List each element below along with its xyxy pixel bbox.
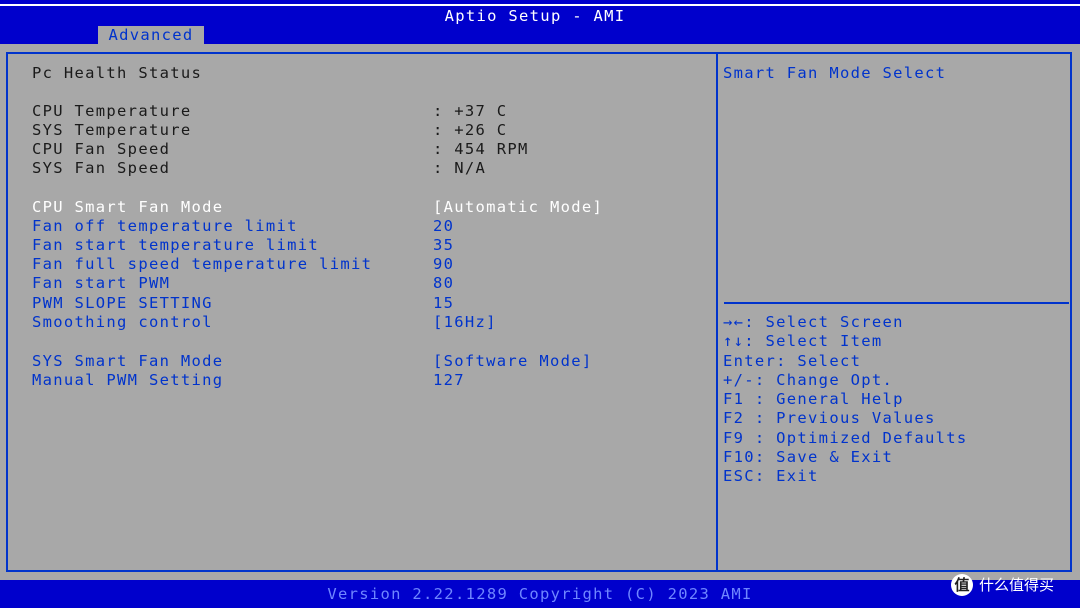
cpu-fan-speed-label: CPU Fan Speed <box>32 140 171 158</box>
fan-start-temp-label[interactable]: Fan start temperature limit <box>32 236 319 255</box>
fan-off-temp-label[interactable]: Fan off temperature limit <box>32 217 298 236</box>
key-help-f1: F1 : General Help <box>723 390 904 408</box>
footer-bar: Version 2.22.1289 Copyright (C) 2023 AMI <box>0 580 1080 608</box>
fan-start-pwm-value[interactable]: 80 <box>433 274 454 293</box>
main-area: Pc Health Status CPU Temperature : +37 C… <box>0 44 1080 580</box>
key-help-select-screen: →←: Select Screen <box>723 313 904 331</box>
cpu-temperature-value: : +37 C <box>433 102 508 120</box>
sys-temperature-value: : +26 C <box>433 121 508 139</box>
version-text: Version 2.22.1289 Copyright (C) 2023 AMI <box>327 585 753 603</box>
app-title: Aptio Setup - AMI <box>444 7 626 25</box>
fan-full-speed-temp-label[interactable]: Fan full speed temperature limit <box>32 255 372 274</box>
smoothing-control-value[interactable]: [16Hz] <box>433 313 497 332</box>
fan-off-temp-value[interactable]: 20 <box>433 217 454 236</box>
cpu-smart-fan-mode-value[interactable]: [Automatic Mode] <box>433 198 603 217</box>
fan-full-speed-temp-value[interactable]: 90 <box>433 255 454 274</box>
key-help-enter: Enter: Select <box>723 352 862 370</box>
smoothing-control-label[interactable]: Smoothing control <box>32 313 213 332</box>
pwm-slope-label[interactable]: PWM SLOPE SETTING <box>32 294 213 313</box>
section-title: Pc Health Status <box>32 64 203 82</box>
key-help-f2: F2 : Previous Values <box>723 409 936 427</box>
tab-advanced[interactable]: Advanced <box>98 26 204 44</box>
manual-pwm-value[interactable]: 127 <box>433 371 465 390</box>
key-help-f9: F9 : Optimized Defaults <box>723 429 968 447</box>
watermark-text: 什么值得买 <box>979 576 1055 594</box>
fan-start-temp-value[interactable]: 35 <box>433 236 454 255</box>
key-help-f10: F10: Save & Exit <box>723 448 894 466</box>
fan-start-pwm-label[interactable]: Fan start PWM <box>32 274 170 293</box>
sys-fan-speed-label: SYS Fan Speed <box>32 159 171 177</box>
bios-screen: Aptio Setup - AMI Advanced Pc Health Sta… <box>0 0 1080 608</box>
sys-temperature-label: SYS Temperature <box>32 121 192 139</box>
help-description: Smart Fan Mode Select <box>723 64 947 82</box>
key-help-select-item: ↑↓: Select Item <box>723 332 883 350</box>
sys-smart-fan-mode-label[interactable]: SYS Smart Fan Mode <box>32 352 223 371</box>
help-divider <box>724 302 1069 304</box>
sys-fan-speed-value: : N/A <box>433 159 487 177</box>
cpu-temperature-label: CPU Temperature <box>32 102 192 120</box>
pwm-slope-value[interactable]: 15 <box>433 294 454 313</box>
key-help-change-opt: +/-: Change Opt. <box>723 371 894 389</box>
sys-smart-fan-mode-value[interactable]: [Software Mode] <box>433 352 592 371</box>
vertical-divider <box>716 52 718 572</box>
cpu-smart-fan-mode-label[interactable]: CPU Smart Fan Mode <box>32 198 223 217</box>
key-help-esc: ESC: Exit <box>723 467 819 485</box>
watermark-logo-icon: 值 <box>951 574 973 596</box>
title-bar: Aptio Setup - AMI Advanced <box>0 0 1080 44</box>
cpu-fan-speed-value: : 454 RPM <box>433 140 529 158</box>
manual-pwm-label[interactable]: Manual PWM Setting <box>32 371 223 390</box>
